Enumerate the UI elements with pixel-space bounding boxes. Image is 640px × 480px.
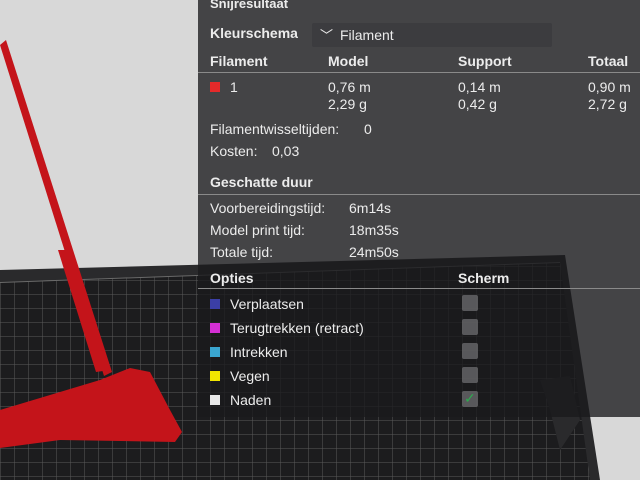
display-header: Scherm [458, 270, 510, 286]
filament-id: 1 [230, 79, 238, 95]
total-time-label: Totale tijd: [210, 244, 274, 260]
model-weight: 2,29 g [328, 96, 367, 112]
color-scheme-value: Filament [340, 27, 394, 43]
color-scheme-dropdown[interactable]: ﹀ Filament [312, 23, 552, 47]
option-color-swatch [210, 299, 220, 309]
model-print-time-label: Model print tijd: [210, 222, 305, 238]
divider [198, 72, 640, 73]
divider [198, 288, 640, 289]
option-visibility-checkbox[interactable] [462, 343, 478, 359]
header-total: Totaal [588, 53, 629, 69]
option-color-swatch [210, 395, 220, 405]
option-color-swatch [210, 323, 220, 333]
filament-changes-value: 0 [364, 121, 372, 137]
filament-changes-label: Filamentwisseltijden: [210, 121, 340, 137]
header-filament: Filament [210, 53, 268, 69]
option-color-swatch [210, 371, 220, 381]
total-weight: 2,72 g [588, 96, 627, 112]
option-visibility-checkbox[interactable] [462, 367, 478, 383]
slice-result-panel: Snijresultaat Kleurschema ﹀ Filament Fil… [198, 0, 640, 417]
option-label: Naden [230, 392, 272, 408]
option-visibility-checkbox[interactable] [462, 295, 478, 311]
divider [198, 194, 640, 195]
support-length: 0,14 m [458, 79, 501, 95]
header-model: Model [328, 53, 369, 69]
chevron-down-icon: ﹀ [320, 28, 334, 43]
option-label: Vegen [230, 368, 270, 384]
cost-value: 0,03 [272, 143, 300, 159]
total-length: 0,90 m [588, 79, 631, 95]
color-scheme-label: Kleurschema [210, 25, 298, 41]
total-time-value: 24m50s [349, 244, 399, 260]
filament-color-swatch [210, 82, 220, 92]
option-visibility-checkbox[interactable]: ✓ [462, 390, 478, 407]
option-label: Verplaatsen [230, 296, 304, 312]
cost-label: Kosten: [210, 143, 258, 159]
panel-title: Snijresultaat [210, 0, 289, 11]
model-length: 0,76 m [328, 79, 371, 95]
support-weight: 0,42 g [458, 96, 497, 112]
option-visibility-checkbox[interactable] [462, 319, 478, 335]
option-label: Terugtrekken (retract) [230, 320, 364, 336]
options-header: Opties [210, 270, 254, 286]
check-icon: ✓ [464, 390, 476, 406]
option-label: Intrekken [230, 344, 288, 360]
model-print-time-value: 18m35s [349, 222, 399, 238]
option-color-swatch [210, 347, 220, 357]
prep-time-value: 6m14s [349, 200, 392, 216]
duration-heading: Geschatte duur [210, 174, 313, 190]
prep-time-label: Voorbereidingstijd: [210, 200, 326, 216]
header-support: Support [458, 53, 512, 69]
